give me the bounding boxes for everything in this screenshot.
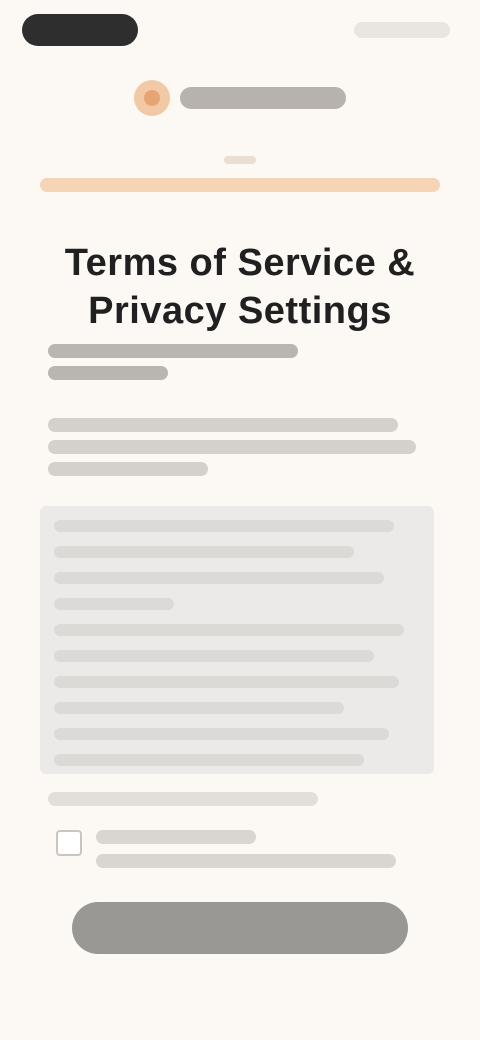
brand-logo-icon bbox=[134, 80, 170, 116]
status-bar bbox=[0, 0, 480, 60]
checkbox-icon[interactable] bbox=[56, 830, 82, 856]
agree-label bbox=[96, 830, 426, 878]
body-paragraph bbox=[48, 418, 432, 484]
intro-paragraph bbox=[48, 344, 432, 388]
status-indicators bbox=[354, 22, 450, 38]
terms-screen: Terms of Service & Privacy Settings bbox=[0, 0, 480, 1040]
status-time-pill bbox=[22, 14, 138, 46]
accept-button[interactable] bbox=[72, 902, 408, 954]
page-title: Terms of Service & Privacy Settings bbox=[64, 242, 416, 333]
divider bbox=[224, 156, 256, 164]
subtitle-text bbox=[40, 178, 440, 192]
terms-content-scroll[interactable] bbox=[40, 506, 434, 774]
brand-wordmark bbox=[180, 87, 346, 109]
footnote-text bbox=[48, 792, 318, 806]
agree-checkbox-row[interactable] bbox=[48, 826, 428, 886]
app-logo bbox=[0, 76, 480, 120]
